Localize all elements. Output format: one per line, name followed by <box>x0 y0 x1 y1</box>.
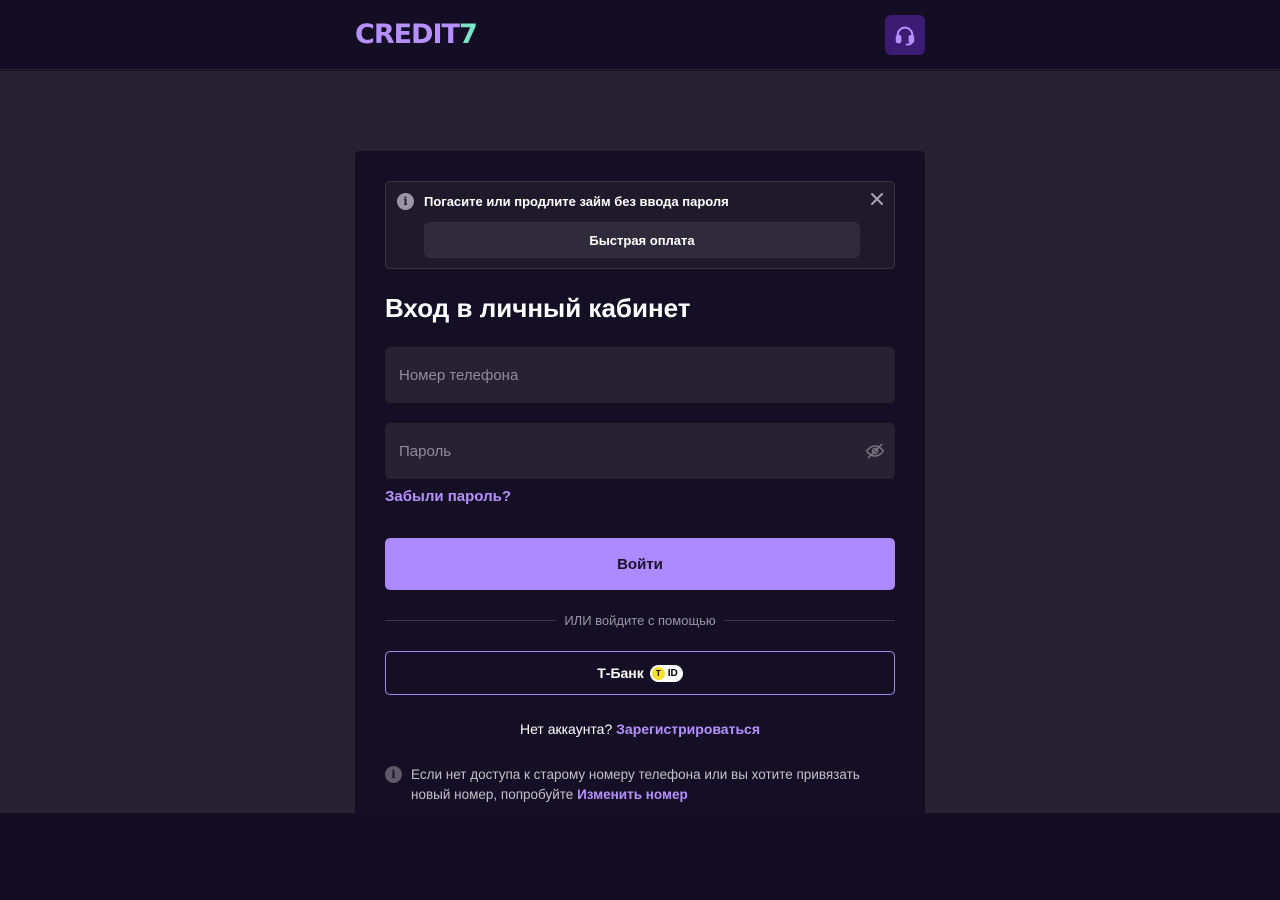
divider-line <box>385 619 557 621</box>
divider-line <box>723 619 896 621</box>
logo-main: CREDIT <box>355 19 460 50</box>
info-icon: i <box>397 193 414 210</box>
register-link[interactable]: Зарегистрироваться <box>616 721 760 737</box>
tbank-label: Т-Банк <box>597 665 644 681</box>
info-icon: i <box>385 766 402 783</box>
tbank-logo-icon: T <box>651 666 665 680</box>
headset-icon <box>895 26 915 46</box>
logo-number: 7 <box>458 19 478 50</box>
login-button[interactable]: Войти <box>385 538 895 590</box>
phone-field[interactable] <box>385 347 895 403</box>
footer-area <box>0 813 1280 900</box>
logo[interactable]: CREDIT7 <box>355 18 478 52</box>
forgot-password-link[interactable]: Забыли пароль? <box>385 488 511 505</box>
or-divider: ИЛИ войдите с помощью <box>385 612 896 628</box>
eye-off-icon[interactable] <box>865 442 885 460</box>
quick-pay-notice: i Погасите или продлите займ без ввода п… <box>385 181 895 269</box>
quick-pay-button[interactable]: Быстрая оплата <box>424 222 860 258</box>
no-account-text: Нет аккаунта? <box>519 721 613 737</box>
register-row: Нет аккаунта? Зарегистрироваться <box>355 721 925 737</box>
divider-text: ИЛИ войдите с помощью <box>564 612 716 628</box>
page-title: Вход в личный кабинет <box>385 293 691 323</box>
change-number-text: Если нет доступа к старому номеру телефо… <box>411 765 895 805</box>
login-card: i Погасите или продлите займ без ввода п… <box>355 151 925 813</box>
tbank-login-button[interactable]: Т-Банк T ID <box>385 651 895 695</box>
tbank-id-badge: T ID <box>649 664 683 682</box>
support-button[interactable] <box>885 15 925 55</box>
header: CREDIT7 <box>0 0 1280 70</box>
change-number-link[interactable]: Изменить номер <box>577 787 688 802</box>
close-icon[interactable] <box>868 190 886 208</box>
notice-text: Погасите или продлите займ без ввода пар… <box>424 194 729 209</box>
phone-input[interactable] <box>385 347 895 403</box>
tbank-id-label: ID <box>667 667 678 679</box>
password-field[interactable] <box>385 423 895 479</box>
password-input[interactable] <box>385 423 895 479</box>
